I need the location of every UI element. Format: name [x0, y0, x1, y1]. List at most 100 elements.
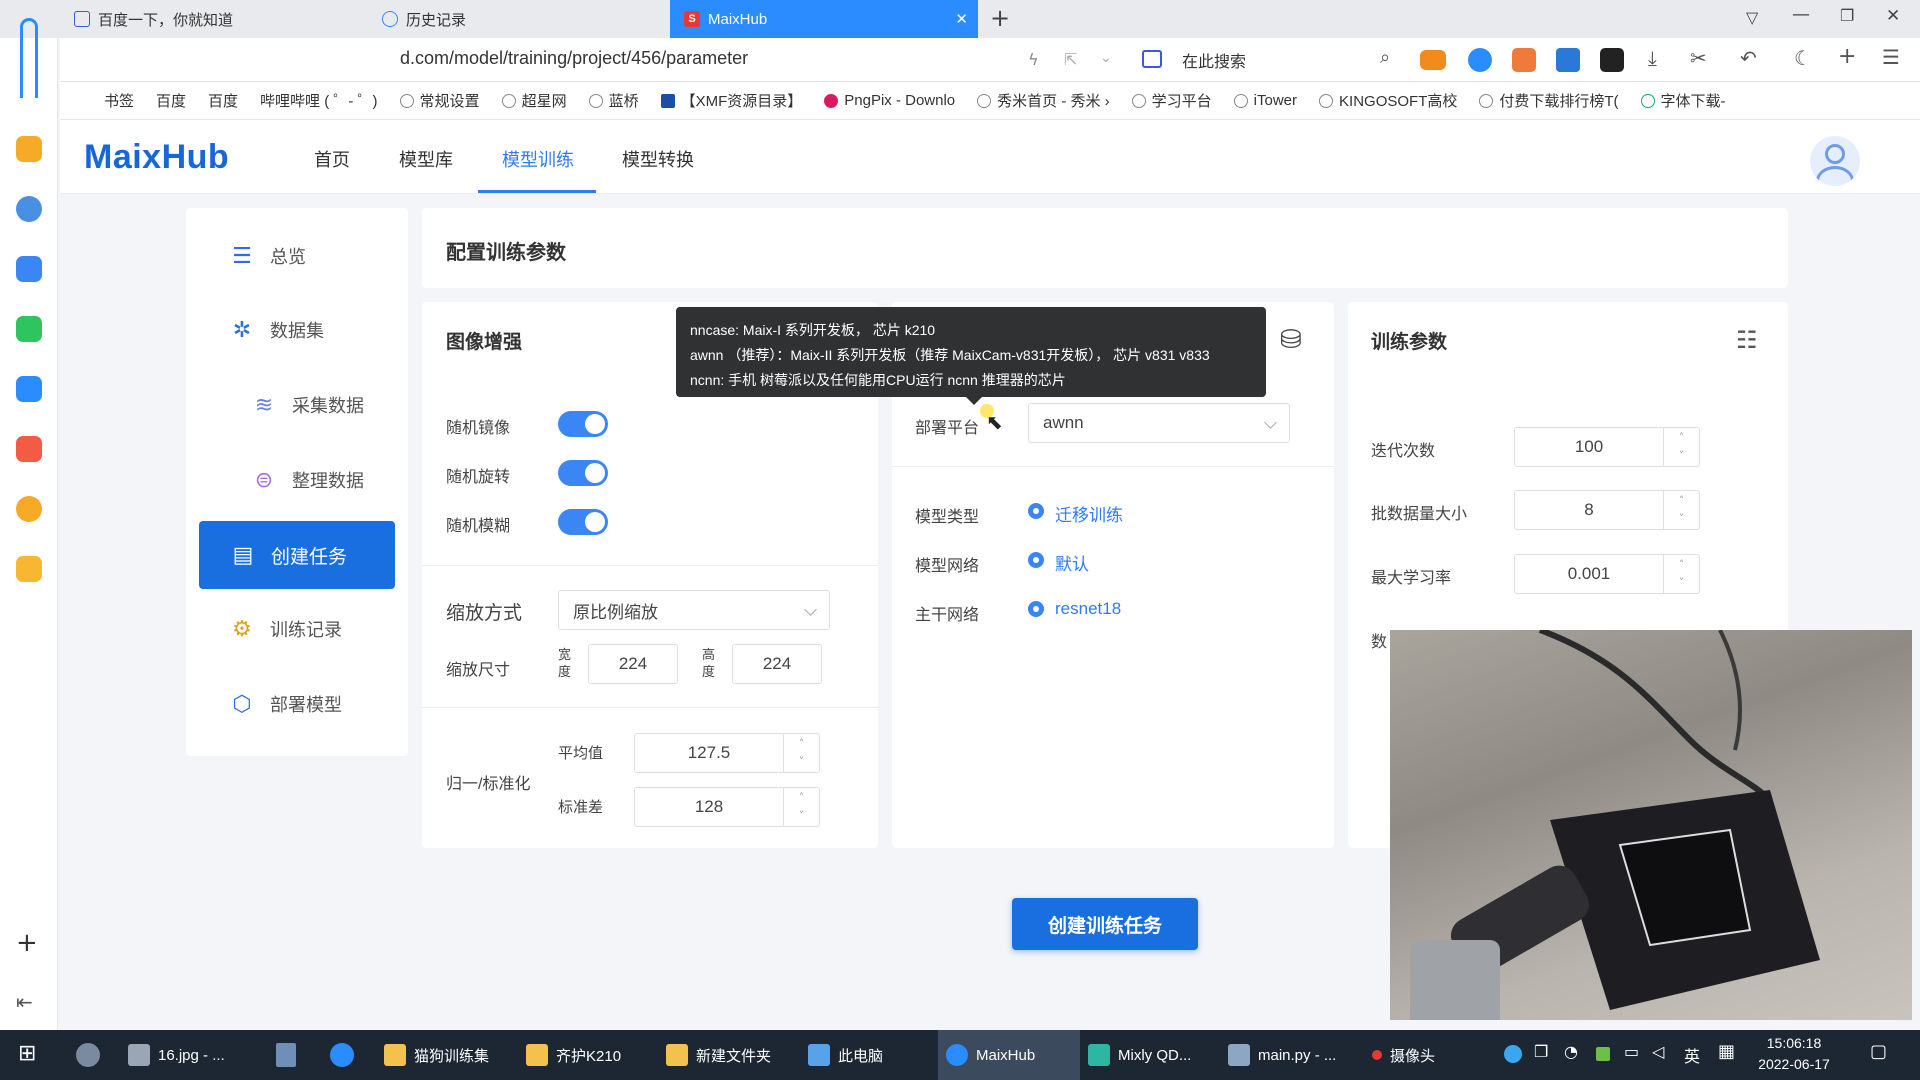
width-input[interactable]: 224: [588, 644, 678, 684]
bookmark-item[interactable]: 学习平台: [1131, 90, 1212, 111]
undo-icon[interactable]: ↶: [1740, 46, 1757, 70]
bookmark-item[interactable]: 常规设置: [399, 90, 480, 111]
taskbar-item[interactable]: 齐护K210: [526, 1030, 621, 1080]
note-icon[interactable]: [16, 136, 42, 162]
bookmark-item[interactable]: KINGOSOFT高校: [1319, 90, 1457, 111]
nav-model-convert[interactable]: 模型转换: [622, 146, 694, 172]
browser-tab-maixhub[interactable]: S MaixHub ✕: [670, 0, 978, 38]
taskbar-item[interactable]: 摄像头: [1372, 1030, 1435, 1080]
create-training-task-button[interactable]: 创建训练任务: [1012, 898, 1198, 950]
infinity-icon[interactable]: [1468, 48, 1492, 72]
bookmark-item[interactable]: 百度: [156, 90, 186, 111]
stepper-arrows-icon[interactable]: ˄ ˅: [783, 788, 819, 826]
maixhub-logo[interactable]: MaixHub: [84, 138, 229, 177]
taskbar-item[interactable]: Mixly QD...: [1088, 1030, 1191, 1080]
folder-app-icon[interactable]: [16, 556, 42, 582]
tab-close-icon[interactable]: ✕: [955, 10, 968, 28]
bookmark-item[interactable]: 付费下载排行榜T(: [1479, 90, 1619, 111]
search-app-icon[interactable]: [16, 496, 42, 522]
nav-model-training[interactable]: 模型训练: [502, 146, 574, 172]
volume-icon[interactable]: ◁: [1652, 1042, 1664, 1061]
battery-icon[interactable]: ▭: [1624, 1042, 1639, 1061]
lightning-icon[interactable]: ϟ: [1028, 50, 1039, 69]
model-type-value[interactable]: 迁移训练: [1055, 501, 1123, 526]
download-icon[interactable]: ⤓: [1648, 46, 1657, 70]
moon-icon[interactable]: ☾: [1794, 46, 1812, 70]
nav-home[interactable]: 首页: [314, 146, 350, 172]
tray-window-icon[interactable]: ❐: [1534, 1042, 1548, 1061]
sidebar-item-dataset[interactable]: ✲ 数据集: [228, 295, 450, 365]
bookmark-item[interactable]: 秀米首页 - 秀米 ›: [977, 90, 1110, 111]
text-translate-icon[interactable]: [1556, 48, 1580, 72]
cloud-icon[interactable]: [16, 256, 42, 282]
wechat-icon[interactable]: [16, 316, 42, 342]
bookmark-item[interactable]: 哔哩哔哩 ( ゜- ゜): [260, 90, 378, 111]
network-value[interactable]: 默认: [1055, 550, 1089, 575]
bookmark-item[interactable]: 【XMF资源目录】: [660, 90, 802, 111]
learning-rate-stepper[interactable]: 0.001 ˄ ˅: [1514, 554, 1700, 594]
app-icon[interactable]: [76, 1043, 100, 1067]
bookmark-item[interactable]: PngPix - Downlo: [824, 92, 955, 109]
windows-start-icon[interactable]: ⊞: [18, 1041, 36, 1066]
share-icon[interactable]: ⇱: [1064, 50, 1077, 69]
backbone-radio[interactable]: [1028, 601, 1044, 617]
tray-app-icon[interactable]: [1504, 1045, 1522, 1063]
menu-icon[interactable]: ☰: [1882, 45, 1900, 69]
browser-icon[interactable]: [330, 1043, 354, 1067]
taskbar-item[interactable]: 此电脑: [808, 1030, 883, 1080]
bookmark-item[interactable]: iTower: [1233, 92, 1297, 109]
new-tab-icon[interactable]: +: [990, 4, 1010, 32]
model-type-radio[interactable]: [1028, 503, 1044, 519]
collapse-sidebar-icon[interactable]: ⇤: [16, 990, 33, 1014]
taskbar-item[interactable]: 16.jpg - ...: [128, 1030, 225, 1080]
bookmark-item[interactable]: 书签: [104, 90, 134, 111]
stepper-arrows-icon[interactable]: ˄ ˅: [1663, 555, 1699, 593]
history-icon[interactable]: [16, 196, 42, 222]
window-menu-icon[interactable]: ▽: [1746, 8, 1758, 27]
game-icon[interactable]: [1420, 50, 1446, 70]
std-stepper[interactable]: 128 ˄ ˅: [634, 787, 820, 827]
epochs-stepper[interactable]: 100 ˄ ˅: [1514, 427, 1700, 467]
stepper-arrows-icon[interactable]: ˄ ˅: [1663, 491, 1699, 529]
taskbar-item[interactable]: 猫狗训练集: [384, 1030, 489, 1080]
stepper-arrows-icon[interactable]: ˄ ˅: [783, 734, 819, 772]
url-field[interactable]: d.com/model/training/project/456/paramet…: [400, 48, 748, 69]
bird-icon[interactable]: [16, 376, 42, 402]
nvidia-icon[interactable]: [1596, 1047, 1610, 1061]
sidebar-item-overview[interactable]: ☰ 总览: [228, 221, 450, 291]
random-blur-toggle[interactable]: [558, 509, 608, 535]
pdf-icon[interactable]: [16, 436, 42, 462]
deploy-platform-select[interactable]: awnn: [1028, 403, 1290, 443]
system-clock[interactable]: 15:06:18 2022-06-17: [1754, 1033, 1834, 1075]
search-icon[interactable]: ⌕: [1380, 47, 1390, 68]
browser-tab-baidu[interactable]: 百度一下，你就知道: [60, 0, 360, 38]
backbone-value[interactable]: resnet18: [1055, 599, 1121, 619]
batch-size-stepper[interactable]: 8 ˄ ˅: [1514, 490, 1700, 530]
database-stack-icon[interactable]: ⛁: [1280, 325, 1302, 355]
extension-icon[interactable]: [1600, 48, 1624, 72]
bookmark-item[interactable]: 百度: [208, 90, 238, 111]
bookmark-item[interactable]: 超星网: [501, 90, 567, 111]
nav-model-library[interactable]: 模型库: [399, 146, 453, 172]
random-rotate-toggle[interactable]: [558, 460, 608, 486]
taskbar-item[interactable]: main.py - ...: [1228, 1030, 1336, 1080]
sidebar-item-deploy-model[interactable]: ⬡ 部署模型: [228, 669, 450, 739]
network-icon[interactable]: ◔: [1564, 1042, 1578, 1061]
keyboard-grid-icon[interactable]: ▦: [1718, 1041, 1735, 1062]
taskbar-item[interactable]: 新建文件夹: [666, 1030, 771, 1080]
browser-tab-history[interactable]: 历史记录: [368, 0, 668, 38]
sidebar-item-training-record[interactable]: ⚙ 训练记录: [228, 594, 450, 664]
stepper-arrows-icon[interactable]: ˄ ˅: [1663, 428, 1699, 466]
bookmark-item[interactable]: 字体下载-: [1640, 90, 1726, 111]
sidebar-item-create-task[interactable]: ▤ 创建任务: [199, 521, 395, 589]
taskbar-item-active[interactable]: MaixHub: [938, 1030, 1080, 1080]
add-sidebar-icon[interactable]: +: [16, 928, 38, 958]
random-mirror-toggle[interactable]: [558, 411, 608, 437]
close-window-icon[interactable]: ✕: [1886, 6, 1900, 26]
minimize-icon[interactable]: —: [1792, 4, 1810, 25]
settings-sliders-icon[interactable]: ☷: [1736, 326, 1758, 354]
bookmark-item[interactable]: 蓝桥: [588, 90, 639, 111]
search-engine-icon[interactable]: [1142, 50, 1162, 68]
network-radio[interactable]: [1028, 552, 1044, 568]
scissors-icon[interactable]: ✂: [1690, 46, 1707, 70]
